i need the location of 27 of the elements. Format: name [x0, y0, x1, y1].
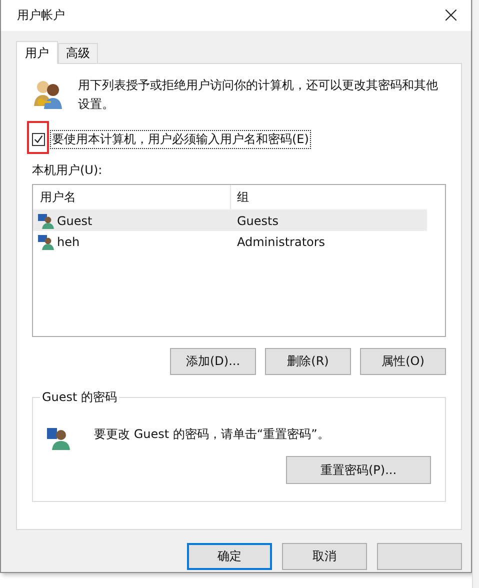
description-text: 用下列表授予或拒绝用户访问你的计算机，还可以更改其密码和其他设置。 — [78, 77, 438, 113]
user-icon — [38, 234, 54, 250]
list-label: 本机用户(U): — [32, 162, 104, 179]
user-icon — [38, 212, 54, 228]
user-name: Guest — [57, 214, 92, 228]
user-row[interactable]: heh Administrators — [33, 231, 427, 252]
reset-password-button[interactable]: 重置密码(P)... — [286, 456, 431, 484]
user-row[interactable]: Guest Guests — [33, 210, 427, 231]
user-icon — [47, 426, 71, 450]
password-hint: 要更改 Guest 的密码，请单击“重置密码”。 — [94, 426, 330, 442]
column-header[interactable]: 组 — [231, 185, 427, 209]
checkbox[interactable] — [32, 132, 45, 146]
list-action-button[interactable]: 添加(D)... — [170, 348, 256, 375]
users-icon — [32, 78, 64, 110]
user-group: Administrators — [231, 234, 427, 248]
column-header[interactable]: 用户名 — [33, 185, 231, 209]
checkbox-label[interactable]: 要使用本计算机，用户必须输入用户名和密码(E) — [50, 130, 311, 148]
close-button[interactable]: × — [431, 0, 471, 31]
tab[interactable]: 用户 — [16, 41, 58, 64]
list-action-button[interactable]: 属性(O) — [360, 348, 446, 375]
window-title: 用户帐户 — [17, 7, 65, 24]
dialog-button[interactable]: 确定 — [187, 543, 272, 570]
user-group: Guests — [231, 214, 427, 228]
user-name: heh — [57, 234, 80, 248]
list-action-button[interactable]: 删除(R) — [265, 348, 351, 375]
dialog-button[interactable]: 取消 — [282, 543, 367, 570]
tab[interactable]: 高级 — [58, 43, 98, 63]
